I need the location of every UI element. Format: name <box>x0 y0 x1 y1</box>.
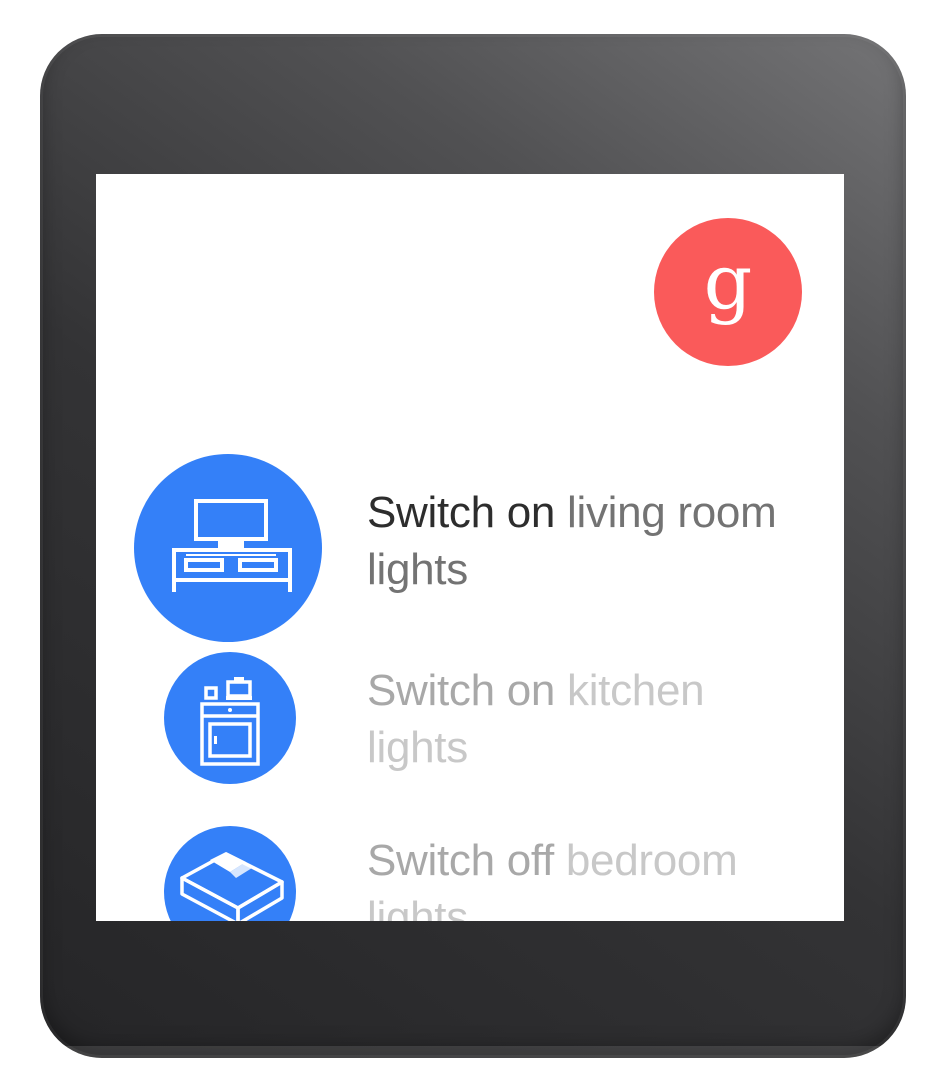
suggestion-verb: Switch off <box>367 836 554 885</box>
suggestion-kitchen-lights[interactable]: Switch on kitchen lights <box>96 652 844 792</box>
suggestion-bedroom-lights[interactable]: Switch off bedroom lights <box>96 826 844 921</box>
suggestion-icon-circle <box>134 454 322 642</box>
tv-stand-icon <box>172 499 292 592</box>
suggestion-object: bedroom <box>565 836 738 885</box>
suggestion-object: living room <box>567 488 777 537</box>
suggestion-label: Switch on kitchen lights <box>367 662 827 776</box>
google-g-icon: g <box>703 237 753 326</box>
suggestion-tail: lights <box>367 723 468 772</box>
suggestion-tail: lights <box>367 893 468 921</box>
suggestion-label: Switch off bedroom lights <box>367 832 827 921</box>
suggestion-verb: Switch on <box>367 666 556 715</box>
kitchen-stove-icon <box>200 677 260 766</box>
suggestion-icon-circle <box>164 652 296 784</box>
suggestion-icon-circle <box>164 826 296 921</box>
google-voice-search-button[interactable]: g <box>654 218 802 366</box>
suggestion-verb: Switch on <box>367 488 556 537</box>
suggestion-object: kitchen <box>567 666 705 715</box>
suggestion-living-room-lights[interactable]: Switch on living room lights <box>96 454 844 644</box>
watch-screen: g Switch on living room lights Switch on… <box>96 174 844 921</box>
suggestion-label: Switch on living room lights <box>367 484 827 598</box>
suggestion-tail: lights <box>367 545 468 594</box>
bed-icon <box>180 852 284 921</box>
